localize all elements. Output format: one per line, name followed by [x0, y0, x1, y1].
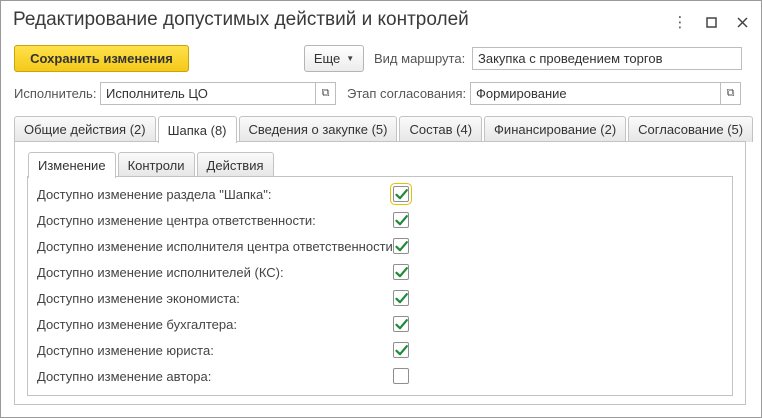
open-icon[interactable]: ⧉ — [721, 82, 741, 105]
check-icon — [394, 344, 408, 355]
permission-checkbox[interactable] — [393, 342, 409, 358]
permission-row: Доступно изменение центра ответственност… — [37, 210, 316, 230]
permission-label: Доступно изменение экономиста: — [37, 290, 240, 306]
check-icon — [394, 188, 408, 199]
permission-label: Доступно изменение автора: — [37, 368, 212, 384]
permission-row: Доступно изменение исполнителей (КС): — [37, 262, 284, 282]
route-type-label: Вид маршрута: — [374, 51, 466, 66]
permission-checkbox[interactable] — [393, 264, 409, 280]
tab-procurement-info[interactable]: Сведения о закупке (5) — [238, 116, 398, 142]
subtab-controls[interactable]: Контроли — [117, 152, 195, 177]
dialog-window: Редактирование допустимых действий и кон… — [0, 0, 762, 418]
more-vert-icon[interactable]: ⋮ — [669, 11, 691, 33]
check-icon — [394, 266, 408, 277]
tab-financing[interactable]: Финансирование (2) — [484, 116, 627, 142]
permission-row: Доступно изменение исполнителя центра от… — [37, 236, 396, 256]
more-button-label: Еще — [313, 51, 341, 66]
window-title: Редактирование допустимых действий и кон… — [13, 9, 469, 30]
executor-field[interactable]: Исполнитель ЦО — [100, 82, 316, 105]
subtab-actions[interactable]: Действия — [196, 152, 274, 177]
permission-label: Доступно изменение исполнителя центра от… — [37, 238, 397, 254]
approval-stage-label: Этап согласования: — [347, 86, 467, 101]
header-tab-panel: Изменение Контроли Действия Доступно изм… — [14, 141, 746, 405]
tab-approval[interactable]: Согласование (5) — [628, 116, 754, 142]
permission-checkbox[interactable] — [390, 183, 412, 205]
permission-checkbox[interactable] — [393, 212, 409, 228]
check-icon — [394, 292, 408, 303]
permission-checkbox[interactable] — [393, 290, 409, 306]
permissions-panel: Доступно изменение раздела "Шапка": Дост… — [27, 176, 733, 396]
subtab-change[interactable]: Изменение — [28, 152, 116, 178]
executor-label: Исполнитель: — [14, 86, 97, 101]
chevron-down-icon: ▼ — [346, 54, 355, 63]
permission-checkbox[interactable] — [393, 238, 409, 254]
sub-tabs: Изменение Контроли Действия — [28, 152, 276, 178]
tab-header[interactable]: Шапка (8) — [157, 116, 237, 143]
permission-row: Доступно изменение автора: — [37, 366, 211, 386]
tab-general-actions[interactable]: Общие действия (2) — [14, 116, 156, 142]
permission-label: Доступно изменение центра ответственност… — [37, 212, 316, 228]
open-icon[interactable]: ⧉ — [316, 82, 336, 105]
close-icon[interactable] — [731, 11, 753, 33]
check-icon — [394, 318, 408, 329]
permission-row: Доступно изменение бухгалтера: — [37, 314, 237, 334]
tab-composition[interactable]: Состав (4) — [399, 116, 483, 142]
permission-label: Доступно изменение раздела "Шапка": — [37, 186, 272, 202]
permission-checkbox[interactable] — [393, 368, 409, 384]
check-icon — [394, 240, 408, 251]
maximize-icon[interactable] — [700, 11, 722, 33]
permission-row: Доступно изменение экономиста: — [37, 288, 240, 308]
permission-row: Доступно изменение раздела "Шапка": — [37, 184, 271, 204]
route-type-field[interactable]: Закупка с проведением торгов — [472, 47, 742, 70]
main-tabs: Общие действия (2) Шапка (8) Сведения о … — [14, 116, 755, 143]
check-icon — [394, 214, 408, 225]
permission-checkbox[interactable] — [393, 316, 409, 332]
approval-stage-field[interactable]: Формирование — [470, 82, 721, 105]
permission-label: Доступно изменение исполнителей (КС): — [37, 264, 284, 280]
permission-label: Доступно изменение юриста: — [37, 342, 214, 358]
save-changes-button[interactable]: Сохранить изменения — [14, 45, 189, 72]
permission-label: Доступно изменение бухгалтера: — [37, 316, 237, 332]
more-button[interactable]: Еще ▼ — [304, 45, 364, 72]
permission-row: Доступно изменение юриста: — [37, 340, 214, 360]
